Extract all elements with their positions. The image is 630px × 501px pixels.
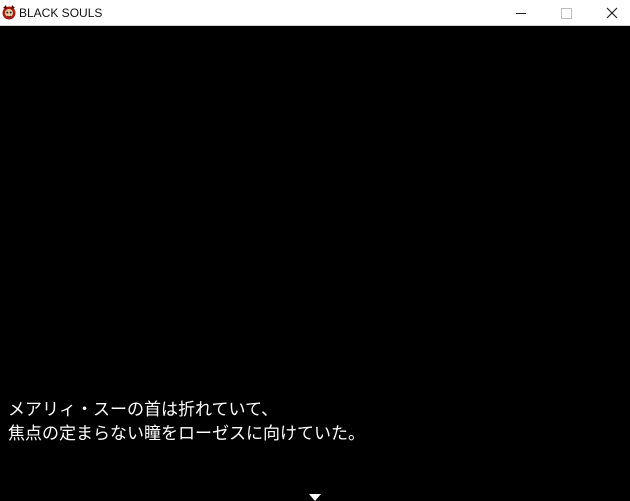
game-app-icon [1,4,17,21]
dialogue-line-1: メアリィ・スーの首は折れていて、 [8,400,279,420]
close-button[interactable] [589,0,630,26]
maximize-button[interactable] [543,0,589,26]
game-window: BLACK SOULS メアリィ・スーの首は折れていて、 焦点の定まらない瞳をロ… [0,0,630,501]
continue-arrow-icon[interactable] [309,494,321,501]
title-bar[interactable]: BLACK SOULS [0,0,630,26]
dialogue-text: メアリィ・スーの首は折れていて、 焦点の定まらない瞳をローゼスに向けていた。 [8,398,608,446]
window-title: BLACK SOULS [19,6,103,20]
minimize-icon [516,13,526,14]
maximize-icon [561,8,572,19]
game-screen[interactable]: メアリィ・スーの首は折れていて、 焦点の定まらない瞳をローゼスに向けていた。 [0,26,630,501]
dialogue-line-2: 焦点の定まらない瞳をローゼスに向けていた。 [8,424,365,444]
close-icon [606,7,618,19]
minimize-button[interactable] [498,0,544,26]
